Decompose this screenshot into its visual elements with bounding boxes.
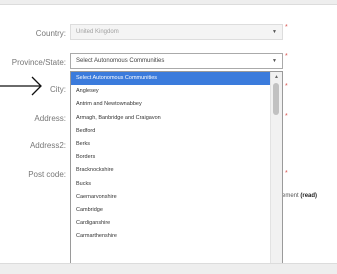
- dropdown-option[interactable]: Caernarvonshire: [71, 191, 271, 204]
- dropdown-option[interactable]: Antrim and Newtownabbey: [71, 98, 271, 111]
- dropdown-option[interactable]: Bracknockshire: [71, 164, 271, 177]
- city-required-mark: *: [285, 83, 288, 90]
- agreement-text-prefix: ement: [282, 193, 299, 199]
- dropdown-option[interactable]: Berks: [71, 138, 271, 151]
- country-required-mark: *: [285, 24, 288, 31]
- read-link[interactable]: (read): [300, 193, 317, 199]
- post-code-label: Post code:: [28, 170, 66, 179]
- province-required-mark: *: [285, 53, 288, 60]
- dropdown-option[interactable]: Armagh, Banbridge and Craigavon: [71, 112, 271, 125]
- dropdown-option[interactable]: Borders: [71, 151, 271, 164]
- country-value: United Kingdom: [76, 29, 119, 35]
- form-window: Country: United Kingdom ▼ * Province/Sta…: [0, 0, 337, 274]
- province-value: Select Autonomous Communities: [76, 58, 165, 64]
- dropdown-scrollbar[interactable]: ▲ ▼: [270, 72, 282, 270]
- dropdown-option[interactable]: Cambridge: [71, 204, 271, 217]
- pointer-arrow-icon: [0, 76, 42, 96]
- dropdown-option[interactable]: Carmarthenshire: [71, 230, 271, 243]
- top-border: [0, 0, 337, 5]
- dropdown-option[interactable]: Bucks: [71, 178, 271, 191]
- address-required-mark: *: [285, 113, 288, 120]
- country-select[interactable]: United Kingdom ▼: [70, 24, 283, 40]
- dropdown-option[interactable]: Select Autonomous Communities: [71, 72, 271, 86]
- province-select[interactable]: Select Autonomous Communities ▼: [70, 53, 283, 69]
- address-label: Address:: [34, 114, 66, 123]
- agreement-text: ement (read): [282, 193, 317, 199]
- post-code-required-mark: *: [285, 170, 288, 177]
- dropdown-option[interactable]: Anglesey: [71, 85, 271, 98]
- province-dropdown[interactable]: Select Autonomous Communities Anglesey Ant…: [70, 71, 283, 271]
- province-options-list: Select Autonomous Communities Anglesey Ant…: [71, 72, 271, 243]
- bottom-bar: [0, 263, 337, 274]
- scroll-up-icon[interactable]: ▲: [271, 72, 282, 82]
- chevron-down-icon: ▼: [272, 29, 277, 35]
- scrollbar-thumb[interactable]: [273, 83, 279, 115]
- country-label: Country:: [35, 29, 66, 38]
- address2-label: Address2:: [29, 141, 66, 150]
- dropdown-option[interactable]: Bedford: [71, 125, 271, 138]
- chevron-down-icon: ▼: [272, 58, 277, 64]
- dropdown-option[interactable]: Cardiganshire: [71, 217, 271, 230]
